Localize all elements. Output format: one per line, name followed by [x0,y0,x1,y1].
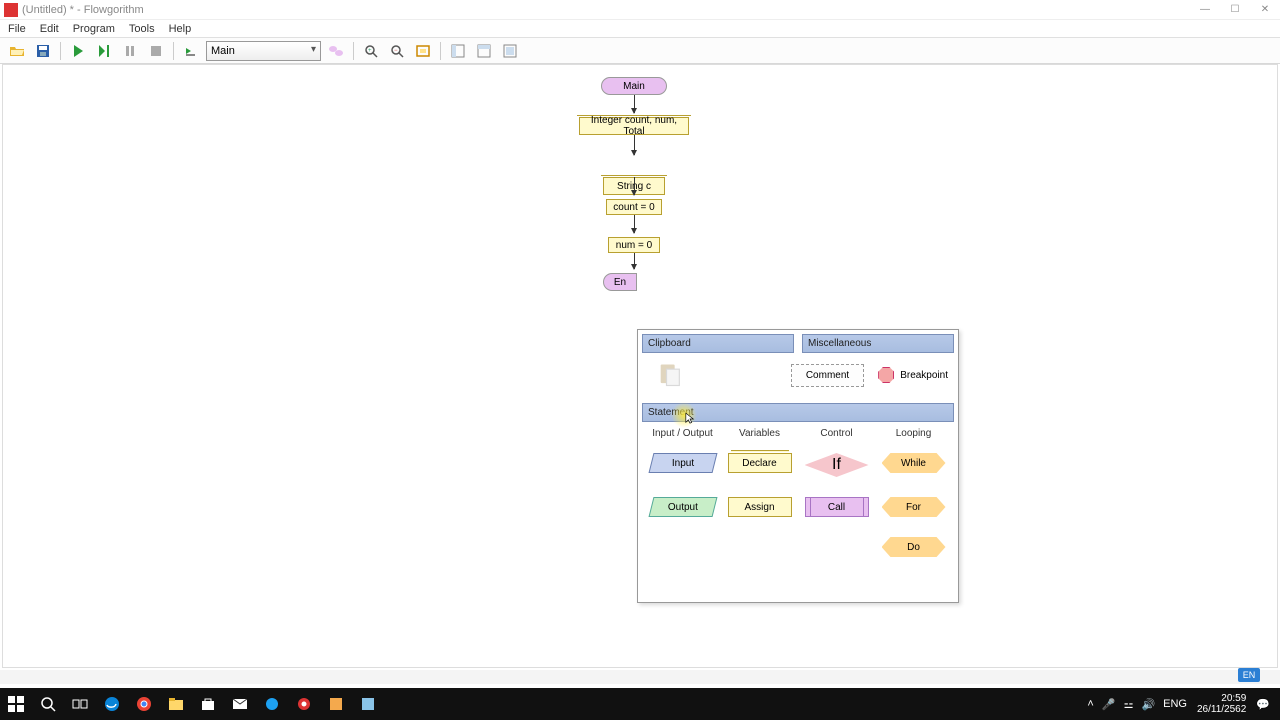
arrow-icon [634,177,635,195]
layout1-icon[interactable] [447,40,469,62]
shape-assign[interactable]: Assign [728,497,792,517]
arrow-icon [634,215,635,233]
breakpoint-label[interactable]: Breakpoint [900,370,948,381]
search-icon[interactable] [32,688,64,720]
app-icon-4[interactable] [352,688,384,720]
app-icon-3[interactable] [320,688,352,720]
section-misc: Miscellaneous [802,334,954,353]
tray-volume-icon[interactable]: 🔊 [1141,698,1155,711]
flowchart-canvas[interactable]: Main Integer count, num, Total String c … [2,64,1278,668]
tray-mic-icon[interactable]: 🎤 [1102,698,1116,711]
arrow-icon [634,95,635,113]
shape-declare[interactable]: Declare [728,453,792,473]
minimize-button[interactable]: — [1190,0,1220,20]
arrow-icon [634,253,635,269]
store-icon[interactable] [192,688,224,720]
shape-if[interactable]: If [805,453,869,477]
shape-while[interactable]: While [882,453,946,473]
function-select[interactable] [206,41,321,61]
explorer-icon[interactable] [160,688,192,720]
zoom-fit-icon[interactable] [412,40,434,62]
horizontal-scrollbar[interactable] [0,670,1280,684]
start-button[interactable] [0,688,32,720]
menu-help[interactable]: Help [169,23,192,35]
run-icon[interactable] [67,40,89,62]
tray-clock[interactable]: 20:59 26/11/2562 [1197,693,1246,715]
node-assign-2[interactable]: num = 0 [608,237,660,253]
title-bar: (Untitled) * - Flowgorithm — ☐ ✕ [0,0,1280,20]
app-icon-1[interactable] [256,688,288,720]
arrow-icon [634,135,635,155]
category-variables: Variables [721,428,798,439]
menu-edit[interactable]: Edit [40,23,59,35]
zoom-out-icon[interactable]: − [386,40,408,62]
app-icon-2[interactable] [288,688,320,720]
shape-input[interactable]: Input [648,453,717,473]
layout2-icon[interactable] [473,40,495,62]
tray-notifications-icon[interactable]: 💬 [1256,698,1270,711]
step-icon[interactable] [93,40,115,62]
edge-icon[interactable] [96,688,128,720]
menu-file[interactable]: File [8,23,26,35]
maximize-button[interactable]: ☐ [1220,0,1250,20]
stop-icon[interactable] [145,40,167,62]
system-tray: ˄ 🎤 ⚍ 🔊 ENG 20:59 26/11/2562 💬 [1083,693,1280,715]
tray-chevron-icon[interactable]: ˄ [1087,698,1093,710]
svg-text:+: + [368,48,372,54]
pause-icon[interactable] [119,40,141,62]
zoom-in-icon[interactable]: + [360,40,382,62]
category-io: Input / Output [644,428,721,439]
mail-icon[interactable] [224,688,256,720]
tray-wifi-icon[interactable]: ⚍ [1124,698,1134,711]
open-icon[interactable] [6,40,28,62]
comment-button[interactable]: Comment [791,364,864,387]
breakpoint-icon[interactable] [878,367,894,383]
save-icon[interactable] [32,40,54,62]
shape-output[interactable]: Output [648,497,717,517]
paste-icon[interactable] [656,361,684,389]
close-button[interactable]: ✕ [1250,0,1280,20]
menu-tools[interactable]: Tools [129,23,155,35]
svg-text:−: − [394,48,398,54]
node-end[interactable]: En [603,273,637,291]
node-declare-1[interactable]: Integer count, num, Total [579,117,689,135]
node-main[interactable]: Main [601,77,667,95]
shape-call[interactable]: Call [805,497,869,517]
category-control: Control [798,428,875,439]
section-clipboard: Clipboard [642,334,794,353]
taskview-icon[interactable] [64,688,96,720]
toolbar: + − [0,38,1280,64]
layout3-icon[interactable] [499,40,521,62]
shape-do[interactable]: Do [882,537,946,557]
tray-keyboard[interactable]: ENG [1163,698,1187,710]
shapes-icon[interactable] [325,40,347,62]
menu-bar: File Edit Program Tools Help [0,20,1280,38]
speed-icon[interactable] [180,40,202,62]
section-statement: Statement [642,403,954,422]
language-badge[interactable]: EN [1238,668,1260,682]
insert-shape-popup: Clipboard Miscellaneous Comment Breakpoi… [637,329,959,603]
app-icon [4,3,18,17]
shape-for[interactable]: For [882,497,946,517]
node-assign-1[interactable]: count = 0 [606,199,662,215]
chrome-icon[interactable] [128,688,160,720]
menu-program[interactable]: Program [73,23,115,35]
taskbar: ˄ 🎤 ⚍ 🔊 ENG 20:59 26/11/2562 💬 [0,688,1280,720]
window-title: (Untitled) * - Flowgorithm [22,4,144,16]
category-looping: Looping [875,428,952,439]
